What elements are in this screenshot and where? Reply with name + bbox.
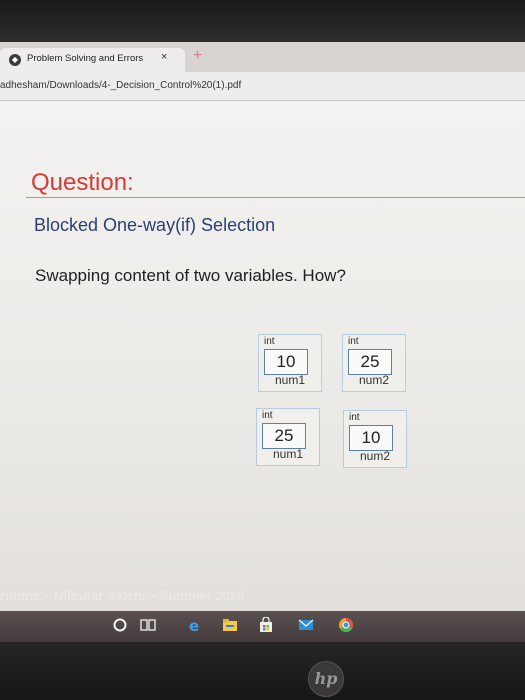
variable-type: int	[348, 336, 359, 347]
slide-body: Swapping content of two variables. How?	[35, 266, 346, 285]
chrome-icon[interactable]	[338, 617, 354, 633]
screen: ◆ Problem Solving and Errors × + adhesha…	[0, 42, 525, 642]
store-icon[interactable]	[258, 617, 274, 633]
slide-footer: rithms – Niloufar Salehi – Summer 2020	[0, 588, 245, 603]
variable-name: num2	[358, 373, 390, 387]
task-view-icon[interactable]	[140, 617, 156, 633]
address-bar[interactable]: adhesham/Downloads/4-_Decision_Control%2…	[0, 72, 525, 101]
slide-heading: Question:	[31, 169, 134, 196]
variable-num2-before: int 25 num2	[342, 334, 406, 392]
variable-value: 25	[262, 423, 306, 449]
variable-name: num1	[274, 373, 306, 387]
variable-name: num2	[359, 449, 391, 463]
variable-value: 25	[348, 349, 392, 375]
laptop-bezel-bottom	[0, 642, 525, 700]
variable-num1-after: int 25 num1	[256, 408, 320, 466]
variable-num2-after: int 10 num2	[343, 410, 407, 468]
variable-type: int	[349, 412, 360, 423]
taskbar: e	[0, 611, 525, 642]
hp-logo: hp	[308, 661, 344, 697]
variable-value: 10	[349, 425, 393, 451]
laptop-bezel-top	[0, 0, 525, 42]
variable-type: int	[264, 336, 275, 347]
svg-text:e: e	[189, 617, 199, 633]
variable-value: 10	[264, 349, 308, 375]
variable-type: int	[262, 410, 273, 421]
browser-tab[interactable]: ◆ Problem Solving and Errors ×	[0, 48, 185, 72]
file-explorer-icon[interactable]	[222, 617, 238, 633]
favicon-icon: ◆	[9, 54, 21, 66]
address-text[interactable]: adhesham/Downloads/4-_Decision_Control%2…	[0, 80, 241, 91]
heading-divider	[26, 197, 525, 198]
close-icon[interactable]: ×	[161, 51, 167, 63]
new-tab-button[interactable]: +	[193, 48, 202, 64]
variable-name: num1	[272, 447, 304, 461]
tab-strip: ◆ Problem Solving and Errors × +	[0, 42, 525, 72]
slide-subtitle: Blocked One-way(if) Selection	[34, 215, 276, 235]
edge-icon[interactable]: e	[187, 617, 203, 633]
pdf-page: Question: Blocked One-way(if) Selection …	[0, 101, 525, 611]
variable-num1-before: int 10 num1	[258, 334, 322, 392]
mail-icon[interactable]	[298, 617, 314, 633]
tab-title: Problem Solving and Errors	[27, 53, 144, 64]
cortana-circle-icon[interactable]	[112, 617, 128, 633]
